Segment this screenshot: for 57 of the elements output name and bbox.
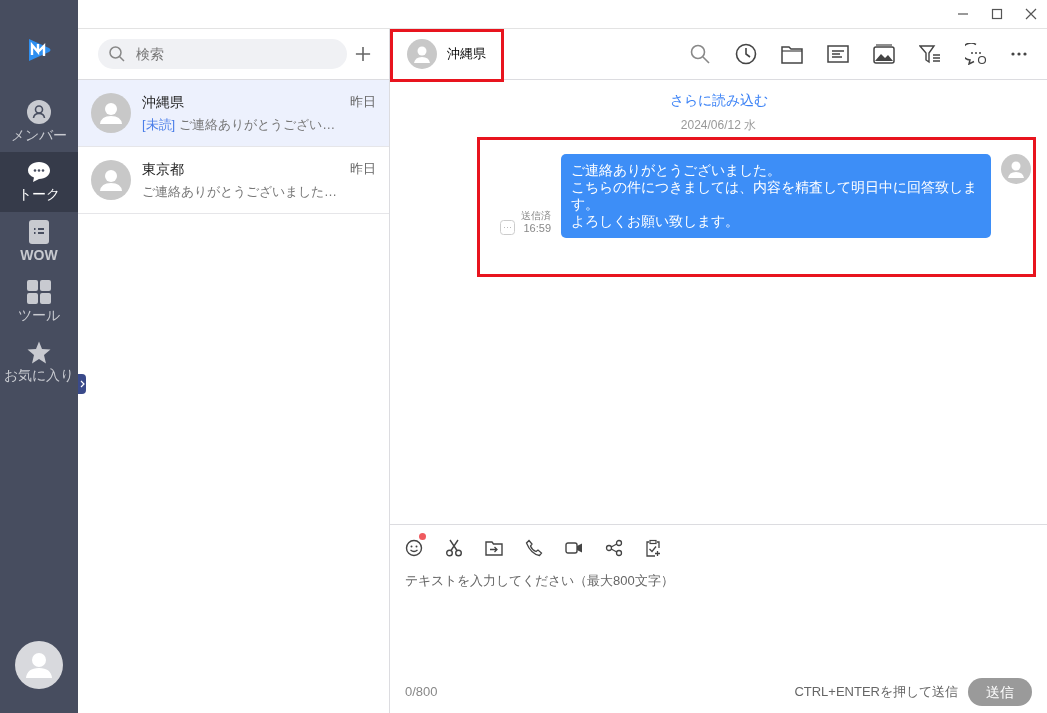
search-icon[interactable] xyxy=(689,43,711,65)
grid-icon xyxy=(27,280,51,304)
date-separator: 2024/06/12 水 xyxy=(680,117,757,134)
expand-tab[interactable] xyxy=(78,374,86,394)
contact-avatar-icon xyxy=(407,39,437,69)
scissors-icon[interactable] xyxy=(445,539,463,557)
app-logo-icon xyxy=(26,36,52,64)
unread-tag: [未読] xyxy=(142,114,176,135)
maximize-icon[interactable] xyxy=(991,8,1003,20)
search-field[interactable]: 検索 xyxy=(98,39,347,69)
timestamp: 昨日 xyxy=(350,92,376,111)
avatar-icon xyxy=(91,93,131,133)
sidebar-tab[interactable]: ツール xyxy=(0,272,78,332)
sent-status: 送信済 xyxy=(521,209,551,222)
message-preview: ご連絡ありがとうござい… xyxy=(179,115,336,134)
share-icon[interactable] xyxy=(605,539,623,557)
sidebar-tab[interactable]: WOW xyxy=(0,212,78,272)
chat-bubble-icon xyxy=(27,161,51,183)
video-camera-icon[interactable] xyxy=(565,542,583,554)
send-hint: CTRL+ENTERを押して送信 xyxy=(794,683,958,702)
message-time: 16:59 xyxy=(523,222,551,235)
phone-icon[interactable] xyxy=(525,539,543,557)
folder-icon[interactable] xyxy=(781,44,803,64)
character-counter: 0/800 xyxy=(405,683,438,702)
message-text: ご連絡ありがとうございました。 xyxy=(571,162,782,179)
star-icon xyxy=(27,340,51,364)
sidebar-tab[interactable]: メンバー xyxy=(0,92,78,152)
search-icon xyxy=(108,45,126,63)
message-text: よろしくお願い致します。 xyxy=(571,213,740,230)
message-text: こちらの件につきましては、内容を精査して明日中に回答致します。 xyxy=(571,179,978,213)
chevron-right-icon xyxy=(79,380,85,388)
list-icon xyxy=(29,220,49,244)
avatar-icon xyxy=(1001,154,1031,184)
timestamp: 昨日 xyxy=(350,159,376,178)
more-icon[interactable] xyxy=(1011,52,1027,56)
image-icon[interactable] xyxy=(873,44,895,64)
contact-name: 沖縄県 xyxy=(447,45,486,64)
user-avatar-icon[interactable] xyxy=(15,641,63,689)
note-icon[interactable] xyxy=(827,44,849,64)
smiley-icon[interactable] xyxy=(405,539,423,557)
chat-clock-icon[interactable] xyxy=(965,43,987,65)
file-transfer-icon[interactable] xyxy=(485,540,503,556)
filter-list-icon[interactable] xyxy=(919,44,941,64)
sidebar-tab[interactable]: トーク xyxy=(0,152,78,212)
clipboard-check-icon[interactable] xyxy=(645,539,661,557)
avatar-icon xyxy=(91,160,131,200)
message-preview: ご連絡ありがとうございました… xyxy=(142,182,337,201)
sidebar-tab[interactable]: お気に入り xyxy=(0,332,78,392)
contact-name: 沖縄県 xyxy=(142,92,185,112)
contact-name: 東京都 xyxy=(142,159,185,179)
add-icon[interactable] xyxy=(355,45,371,63)
message-input[interactable]: テキストを入力してください（最大800文字） xyxy=(405,571,1032,677)
person-icon xyxy=(27,100,51,124)
load-more-link[interactable]: さらに読み込む xyxy=(669,90,768,111)
conversation-item[interactable]: 沖縄県 昨日 [未読] ご連絡ありがとうござい… xyxy=(78,80,389,147)
clock-icon[interactable] xyxy=(735,43,757,65)
close-icon[interactable] xyxy=(1025,8,1037,20)
